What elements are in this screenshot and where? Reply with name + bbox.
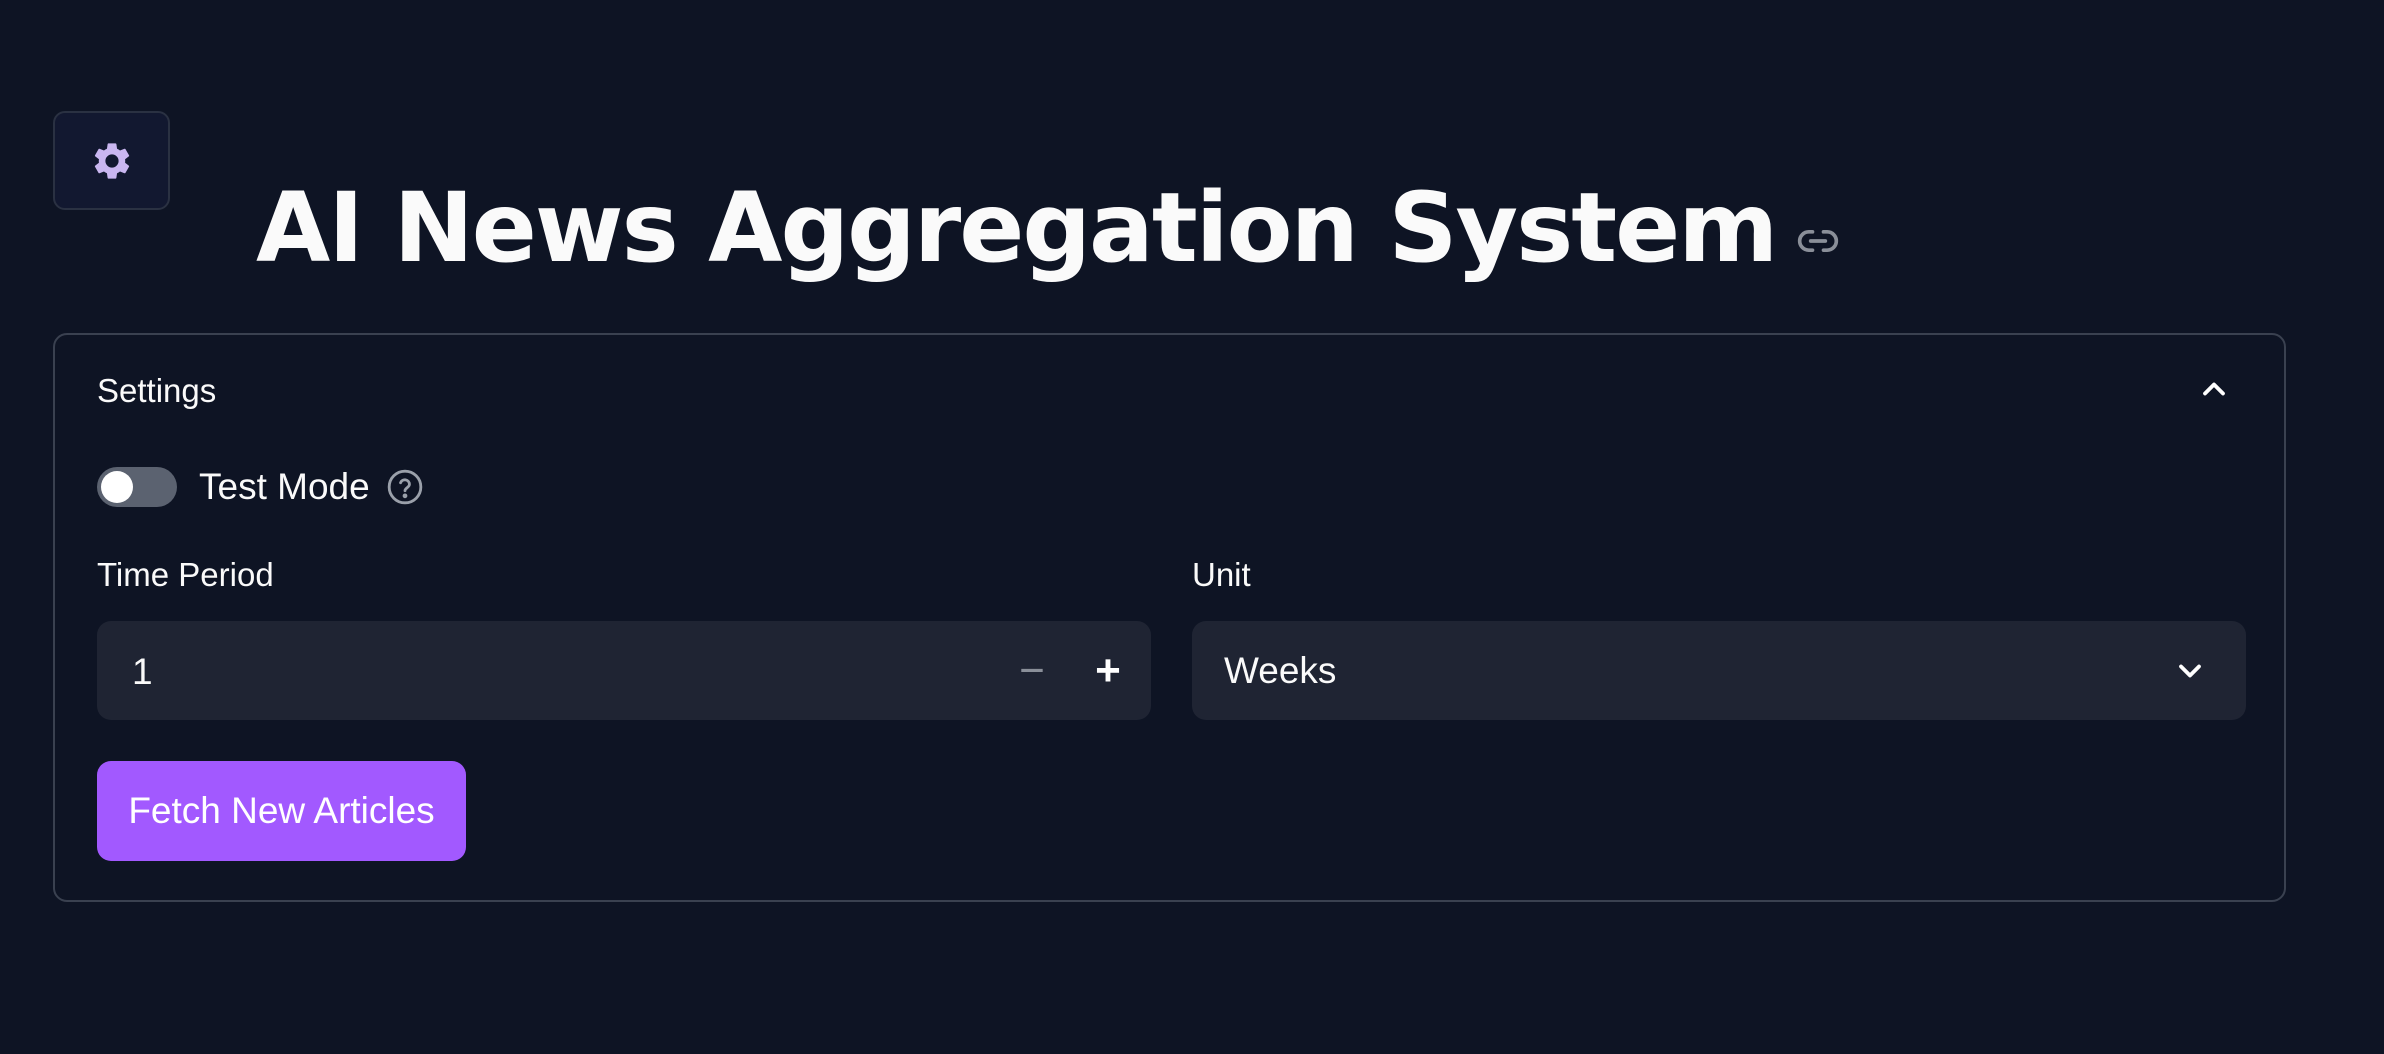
title-row: AI News Aggregation System bbox=[256, 168, 1840, 288]
anchor-link[interactable] bbox=[1796, 219, 1840, 263]
link-icon bbox=[1798, 230, 1839, 252]
app-page: AI News Aggregation System Settings Test… bbox=[0, 0, 2384, 1054]
unit-label: Unit bbox=[1192, 556, 1251, 593]
chevron-down-icon bbox=[2179, 664, 2201, 678]
gear-icon bbox=[94, 142, 129, 179]
page-title: AI News Aggregation System bbox=[256, 172, 1778, 284]
test-mode-label: Test Mode bbox=[199, 466, 370, 507]
settings-expander: Settings Test Mode Time Period − + Unit … bbox=[53, 333, 2286, 902]
time-period-input: − + bbox=[97, 621, 1151, 722]
settings-expander-label: Settings bbox=[97, 372, 217, 409]
toggle-knob bbox=[101, 471, 133, 503]
unit-select[interactable]: Weeks bbox=[1192, 621, 2246, 720]
fetch-new-articles-button[interactable]: Fetch New Articles bbox=[97, 761, 466, 861]
increment-button[interactable]: + bbox=[1073, 621, 1143, 720]
unit-selected-value: Weeks bbox=[1224, 650, 1337, 691]
time-period-label: Time Period bbox=[97, 556, 274, 593]
settings-button[interactable] bbox=[53, 111, 170, 210]
decrement-button[interactable]: − bbox=[997, 621, 1067, 720]
settings-expander-header[interactable]: Settings bbox=[55, 335, 2284, 451]
test-mode-row: Test Mode bbox=[97, 459, 424, 515]
question-circle-icon[interactable] bbox=[386, 468, 424, 506]
time-period-field[interactable] bbox=[130, 621, 934, 722]
test-mode-toggle[interactable] bbox=[97, 467, 177, 507]
chevron-up-icon bbox=[2203, 382, 2225, 396]
